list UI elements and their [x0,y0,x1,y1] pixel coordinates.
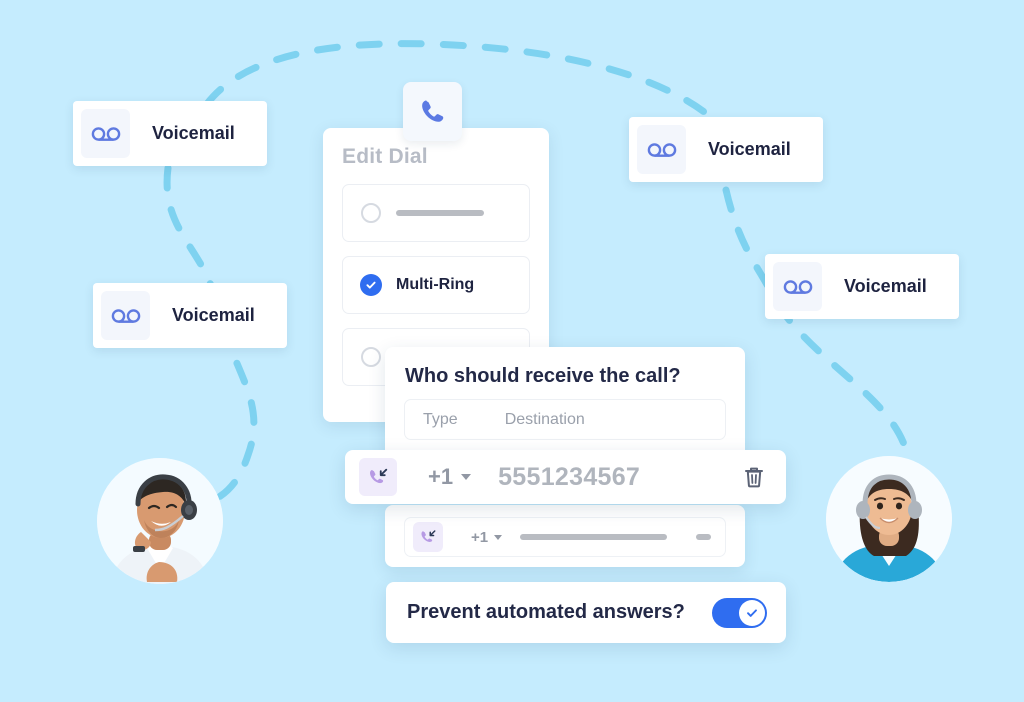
placeholder-bar [520,534,668,540]
radio-unselected-icon[interactable] [361,203,381,223]
destination-table-header: Type Destination [404,399,726,440]
chevron-down-icon[interactable] [494,534,503,540]
voicemail-icon [81,109,130,158]
destination-row-secondary[interactable]: +1 [404,517,726,557]
trash-icon[interactable] [742,464,766,490]
illustration-canvas: Voicemail Voicemail Voicemail Voicemail … [0,0,1024,702]
destination-row-primary[interactable]: +1 5551234567 [345,450,786,504]
destination-row-secondary-card: +1 [385,505,745,567]
receive-call-card: Who should receive the call? Type Destin… [385,347,745,460]
prevent-automated-answers-toggle[interactable] [712,597,767,628]
check-icon [747,608,757,617]
country-code[interactable]: +1 [471,529,488,546]
avatar-agent-left [97,458,223,584]
incoming-call-icon [413,522,443,552]
dial-option-label: Multi-Ring [396,276,475,293]
column-header-destination: Destination [504,410,585,428]
receive-call-title: Who should receive the call? [405,365,681,387]
voicemail-icon [637,125,686,174]
voicemail-label: Voicemail [844,276,927,296]
phone-number-value[interactable]: 5551234567 [498,463,640,492]
chevron-down-icon[interactable] [461,474,472,480]
dial-option-row-multi-ring[interactable]: Multi-Ring [342,256,530,314]
radio-selected-icon[interactable] [360,274,382,296]
avatar-agent-right [826,456,952,582]
voicemail-label: Voicemail [172,305,255,325]
voicemail-card[interactable]: Voicemail [93,283,287,348]
dial-option-row[interactable] [342,184,530,242]
minus-icon[interactable] [696,534,712,540]
prevent-automated-answers-label: Prevent automated answers? [407,601,685,623]
voicemail-label: Voicemail [152,123,235,143]
voicemail-label: Voicemail [708,139,791,159]
voicemail-card[interactable]: Voicemail [765,254,959,319]
check-icon [366,281,376,289]
prevent-automated-answers-card: Prevent automated answers? [386,582,786,643]
voicemail-icon [101,291,150,340]
column-header-type: Type [423,410,458,428]
country-code[interactable]: +1 [428,464,453,490]
radio-unselected-icon[interactable] [361,347,381,367]
voicemail-card[interactable]: Voicemail [73,101,267,166]
toggle-knob [739,599,765,626]
arc-right [722,186,914,474]
phone-icon-tile [403,82,462,141]
placeholder-bar [396,210,484,216]
edit-dial-title: Edit Dial [342,145,428,168]
incoming-call-icon [359,458,397,496]
voicemail-icon [773,262,822,311]
phone-icon [421,100,443,122]
voicemail-card[interactable]: Voicemail [629,117,823,182]
